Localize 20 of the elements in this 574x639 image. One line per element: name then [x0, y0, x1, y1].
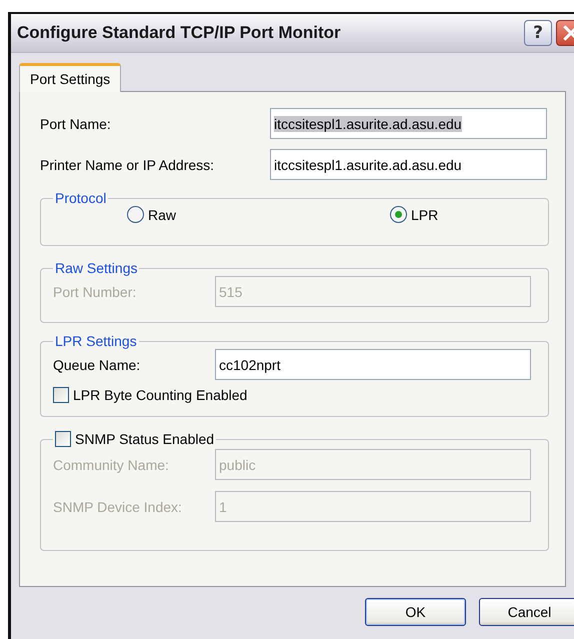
radio-button[interactable]: Raw [127, 206, 390, 223]
radio-button[interactable]: LPR [390, 206, 438, 223]
field-label: Queue Name: [53, 356, 142, 372]
tab[interactable]: Port Settings [19, 63, 122, 92]
group-title: Raw Settings [54, 260, 138, 276]
text-field[interactable]: cc102nprt [215, 349, 531, 380]
field-label: SNMP Device Index: [53, 498, 183, 514]
group-title: Protocol [54, 190, 108, 206]
text-field[interactable]: itccsitespl1.asurite.ad.asu.edu [270, 149, 547, 180]
field-label: Port Number: [53, 284, 138, 300]
field-label: Community Name: [53, 456, 170, 472]
help-button[interactable]: ? [524, 20, 552, 46]
checkbox[interactable]: LPR Byte Counting Enabled [53, 387, 531, 403]
cancel-button[interactable]: Cancel [479, 598, 574, 626]
field-label: Printer Name or IP Address: [40, 156, 216, 172]
window-title: Configure Standard TCP/IP Port Monitor [17, 23, 342, 43]
field-label: Port Name: [40, 116, 112, 132]
group-title: LPR Settings [54, 333, 138, 349]
text-field[interactable]: itccsitespl1.asurite.ad.asu.edu [270, 108, 547, 139]
ok-button[interactable]: OK [365, 598, 466, 626]
